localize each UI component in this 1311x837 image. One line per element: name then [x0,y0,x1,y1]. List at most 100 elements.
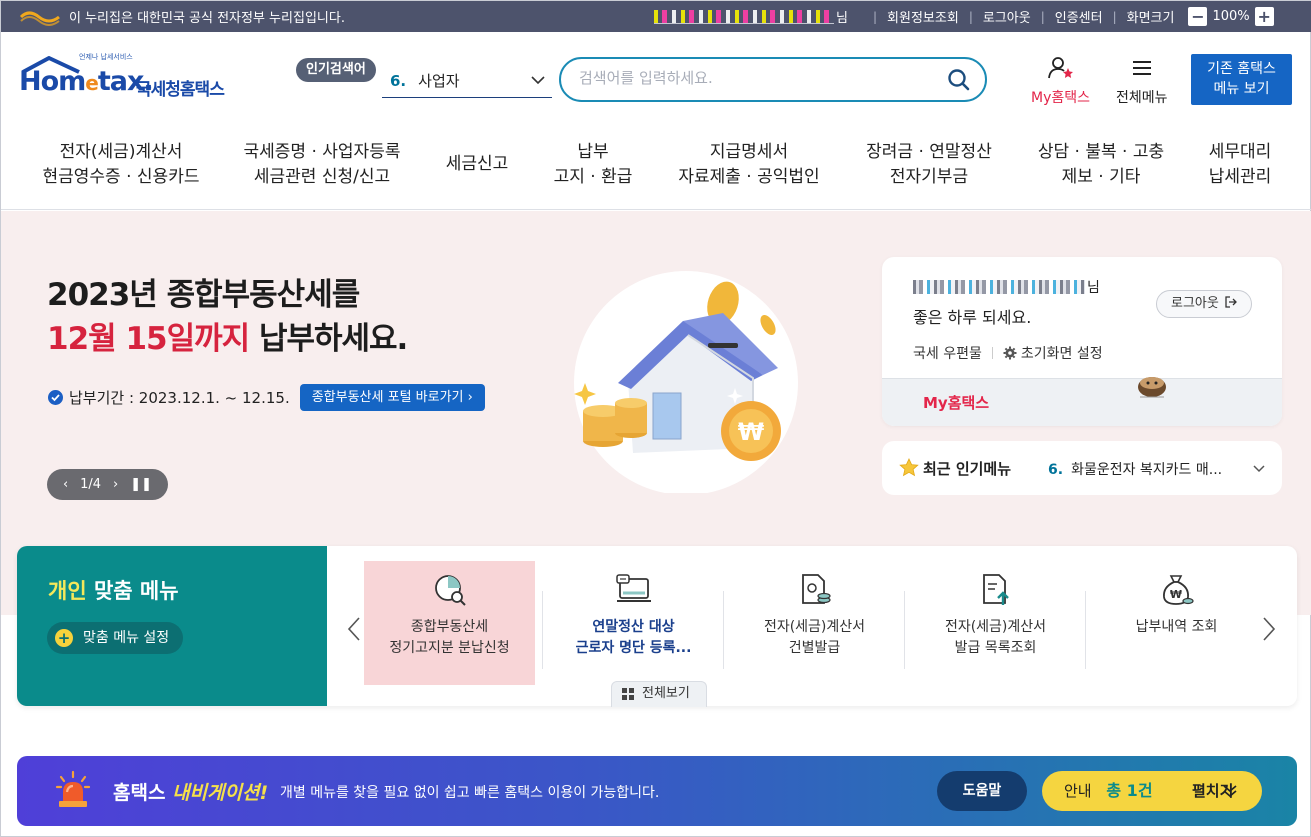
custom-menu-setting-button[interactable]: + 맞춤 메뉴 설정 [47,622,184,654]
gov-notice-text: 이 누리집은 대한민국 공식 전자정부 누리집입니다. [69,11,345,26]
help-button[interactable]: 도움말 [937,771,1027,811]
logo-korean: 국세청홈택스 [136,80,225,100]
view-all-button[interactable]: 전체보기 [611,681,707,707]
nav-tax-agent[interactable]: 세무대리 납세관리 [1197,140,1283,190]
custom-menu-item[interactable]: 종합부동산세 정기고지분 분납신청 [364,561,535,685]
topbar-links: | 회원정보조회 | 로그아웃 | 인증센터 | 화면크기 − 100% + [863,7,1274,26]
nav-payment-statement[interactable]: 지급명세서 자료제출 · 공익법인 [671,140,827,190]
old-menu-line1: 기존 홈택스 [1207,61,1276,77]
nav-line1: 세금신고 [445,154,509,174]
prev-slide-icon[interactable]: ‹ [63,477,68,492]
divider [542,591,543,669]
my-hometax-link: My홈택스 [923,394,990,412]
nav-line2: 자료제출 · 공익법인 [678,167,820,187]
nav-incentive[interactable]: 장려금 · 연말정산 전자기부금 [857,140,1001,190]
search-icon[interactable] [947,68,971,92]
login-card-links: 국세 우편물 초기화면 설정 [913,343,1103,363]
nav-line2: 고지 · 환급 [553,167,633,187]
custom-menu-item[interactable]: 전자(세금)계산서 건별발급 [729,561,900,685]
svg-text:₩: ₩ [1169,588,1181,601]
next-slide-icon[interactable]: › [113,477,118,492]
zoom-out-button[interactable]: − [1188,7,1208,26]
custom-menu-title-text: 맞춤 메뉴 [93,579,179,603]
search-input[interactable] [579,69,919,87]
hero-title-line1: 2023년 종합부동산세를 [47,277,360,313]
popular-rank: 6. [390,71,407,90]
chevron-down-icon[interactable] [1252,462,1266,476]
item-line1: 종합부동산세 [410,619,489,635]
home-setting-link[interactable]: 초기화면 설정 [1021,343,1103,363]
item-line2: 건별발급 [788,640,841,656]
property-tax-portal-button[interactable]: 종합부동산세 포털 바로가기 › [299,384,485,411]
recent-menu-item: 6. 화물운전자 복지카드 매... [1048,459,1222,479]
nav-tax-certificate[interactable]: 국세증명 · 사업자등록 세금관련 신청/신고 [237,140,407,190]
logout-button[interactable]: 로그아웃 [1156,290,1252,318]
name-suffix: 님 [1087,280,1100,296]
nav-line1: 상담 · 불복 · 고충 [1037,142,1165,162]
nav-consulting[interactable]: 상담 · 불복 · 고충 제보 · 기타 [1029,140,1173,190]
all-menu-button[interactable]: 전체메뉴 [1116,56,1168,107]
nav-tax-report[interactable]: 세금신고 [437,152,517,177]
payment-period-text: 납부기간 : 2023.12.1. ~ 12.15. [69,389,290,407]
slide-index: 1/4 [80,477,102,492]
pie-chart-search-icon [434,575,466,606]
greeting: 좋은 하루 되세요. [913,308,1032,327]
double-chevron-down-icon [1223,785,1237,798]
nav-line1: 장려금 · 연말정산 [866,142,992,162]
custom-menu-item[interactable]: ₩ 납부내역 조회 [1091,561,1262,685]
member-info-link[interactable]: 회원정보조회 [887,7,959,26]
pause-icon[interactable]: ❚❚ [130,477,152,492]
chevron-right-icon[interactable] [1261,616,1277,642]
popular-search-select[interactable]: 6. 사업자 [382,64,552,98]
recent-popular-menu[interactable]: 최근 인기메뉴 6. 화물운전자 복지카드 매... [882,441,1282,495]
item-line2: 발급 목록조회 [954,640,1037,656]
gear-icon [1003,346,1017,360]
navigation-description: 개별 메뉴를 찾을 필요 없이 쉽고 빠른 홈택스 이용이 가능합니다. [280,785,660,801]
masked-user-name [913,280,1085,294]
tax-mail-link[interactable]: 국세 우편물 [913,343,982,363]
hometax-logo[interactable]: 언제나 납세서비스 Hometax. 국세청홈택스 [19,53,234,106]
zoom-level: 100% [1212,9,1250,24]
hero-title-line2: 12월 15일까지 납부하세요. [47,317,408,361]
divider [723,591,724,669]
logout-label: 로그아웃 [1171,296,1219,311]
document-upload-icon [982,574,1009,605]
portal-button-label: 종합부동산세 포털 바로가기 [311,390,464,405]
nav-line1: 전자(세금)계산서 [59,142,183,162]
payment-period: 납부기간 : 2023.12.1. ~ 12.15. 종합부동산세 포털 바로가… [48,384,485,411]
recent-rank: 6. [1048,462,1064,478]
nav-payment[interactable]: 납부 고지 · 환급 [541,140,645,190]
hero-title-rest: 납부하세요. [249,321,408,357]
custom-menu-title: 개인 맞춤 메뉴 [48,575,179,605]
chevron-left-icon[interactable] [346,616,362,642]
zoom-in-button[interactable]: + [1254,7,1274,26]
item-line1: 납부내역 조회 [1135,619,1218,635]
logout-icon [1225,296,1237,308]
nav-line2: 현금영수증 · 신용카드 [42,167,200,187]
hamburger-icon [1132,61,1151,75]
plus-icon: + [55,629,73,647]
cert-center-link[interactable]: 인증센터 [1055,7,1103,26]
recent-item-text: 화물운전자 복지카드 매... [1071,462,1223,478]
my-hometax-button[interactable]: My홈택스 [1031,56,1090,107]
my-hometax-bar[interactable]: My홈택스 [882,377,1282,426]
zoom-control: − 100% + [1188,7,1274,26]
check-circle-icon [48,390,63,405]
old-menu-button[interactable]: 기존 홈택스 메뉴 보기 [1191,54,1292,105]
guide-expand-button[interactable]: 안내 총 1건 펼치기 [1042,771,1262,811]
navigation-banner: 홈택스 내비게이션! 개별 메뉴를 찾을 필요 없이 쉽고 빠른 홈택스 이용이… [17,756,1297,826]
custom-menu-item[interactable]: 전자(세금)계산서 발급 목록조회 [910,561,1081,685]
masked-user-name [654,9,834,24]
nav-e-tax-invoice[interactable]: 전자(세금)계산서 현금영수증 · 신용카드 [41,140,201,190]
nav-line2: 전자기부금 [889,167,969,187]
search-box [559,57,987,102]
item-line1: 연말정산 대상 [592,619,675,635]
old-menu-line2: 메뉴 보기 [1213,81,1270,97]
logout-link[interactable]: 로그아웃 [983,7,1031,26]
logo-wordmark: Hometax. [19,66,154,97]
custom-menu-item[interactable]: 연말정산 대상 근로자 명단 등록... [548,561,719,685]
hero-deadline: 12월 15일까지 [47,321,250,357]
divider [904,591,905,669]
my-hometax-label: My홈택스 [1031,90,1091,106]
nav-title-prefix: 홈택스 [113,782,166,804]
